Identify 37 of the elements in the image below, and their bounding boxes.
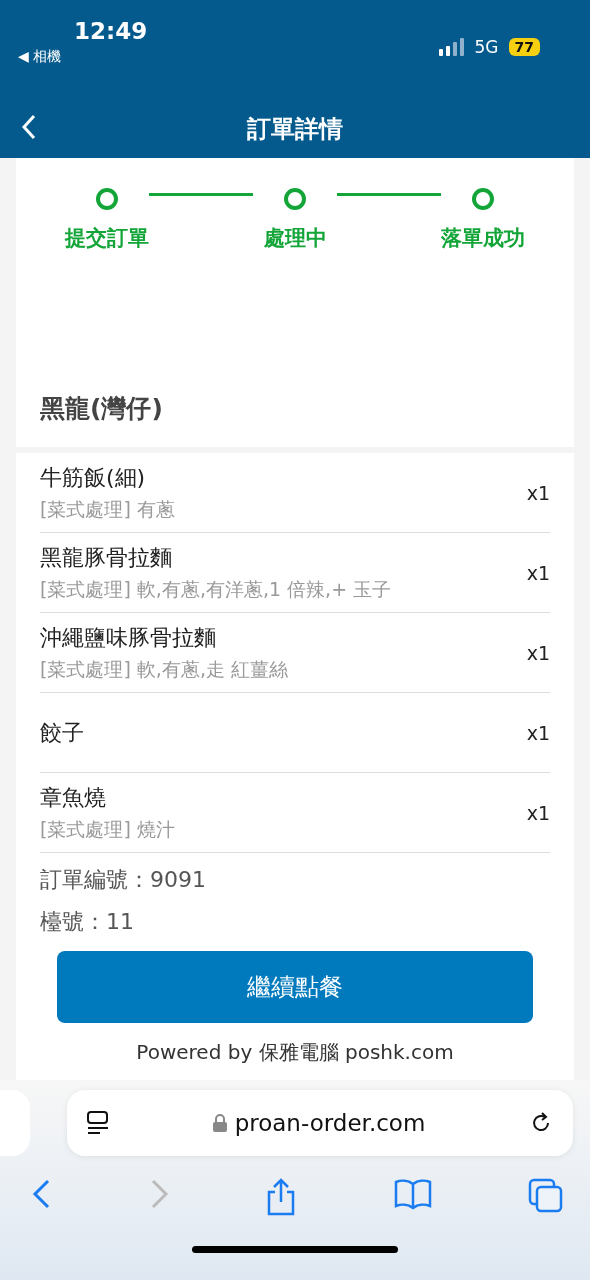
order-info: 訂單編號：9091	[40, 866, 207, 894]
reader-icon[interactable]	[87, 1111, 109, 1135]
item-quantity: x1	[526, 721, 550, 744]
back-to-app-link[interactable]: ◀ 相機	[18, 48, 148, 66]
book-icon[interactable]	[393, 1178, 432, 1210]
continue-ordering-button[interactable]: 繼續點餐	[57, 951, 533, 1023]
back-icon[interactable]	[32, 1178, 52, 1210]
item-name: 沖繩鹽味豚骨拉麵	[40, 623, 217, 652]
item-quantity: x1	[526, 481, 550, 504]
back-button[interactable]	[22, 114, 36, 140]
tabs-icon[interactable]	[528, 1178, 564, 1214]
lock-icon	[212, 1114, 227, 1132]
network-label: 5G	[474, 37, 499, 57]
item-quantity: x1	[526, 801, 550, 824]
page-title: 訂單詳情	[247, 114, 343, 145]
item-name: 章魚燒	[40, 783, 107, 812]
item-note: [菜式處理] 燒汁	[40, 816, 175, 842]
signal-icon	[438, 38, 465, 56]
item-name: 餃子	[40, 718, 84, 747]
item-quantity: x1	[526, 561, 550, 584]
item-name: 黑龍豚骨拉麵	[40, 543, 173, 572]
address-bar[interactable]: proan-order.com	[67, 1090, 573, 1156]
item-name: 牛筋飯(細)	[40, 463, 147, 492]
battery-level: 77	[508, 38, 540, 56]
item-note: [菜式處理] 軟,有蔥,有洋蔥,1 倍辣,+ 玉子	[40, 576, 392, 602]
item-note: [菜式處理] 軟,有蔥,走 紅薑絲	[40, 656, 288, 682]
url-text: proan-order.com	[234, 1110, 426, 1136]
item-quantity: x1	[526, 641, 550, 664]
share-icon[interactable]	[265, 1178, 297, 1216]
step-label: 提交訂單	[65, 225, 149, 252]
powered-by-text: Powered by 保雅電腦 poshk.com	[135, 1039, 455, 1066]
order-info: 檯號：11	[40, 908, 135, 936]
item-note: [菜式處理] 有蔥	[40, 496, 175, 522]
step-label: 落單成功	[441, 225, 525, 252]
step-label: 處理中	[263, 225, 327, 252]
status-time: 12:49	[74, 18, 148, 44]
shop-name: 黑龍(灣仔)	[40, 393, 164, 425]
